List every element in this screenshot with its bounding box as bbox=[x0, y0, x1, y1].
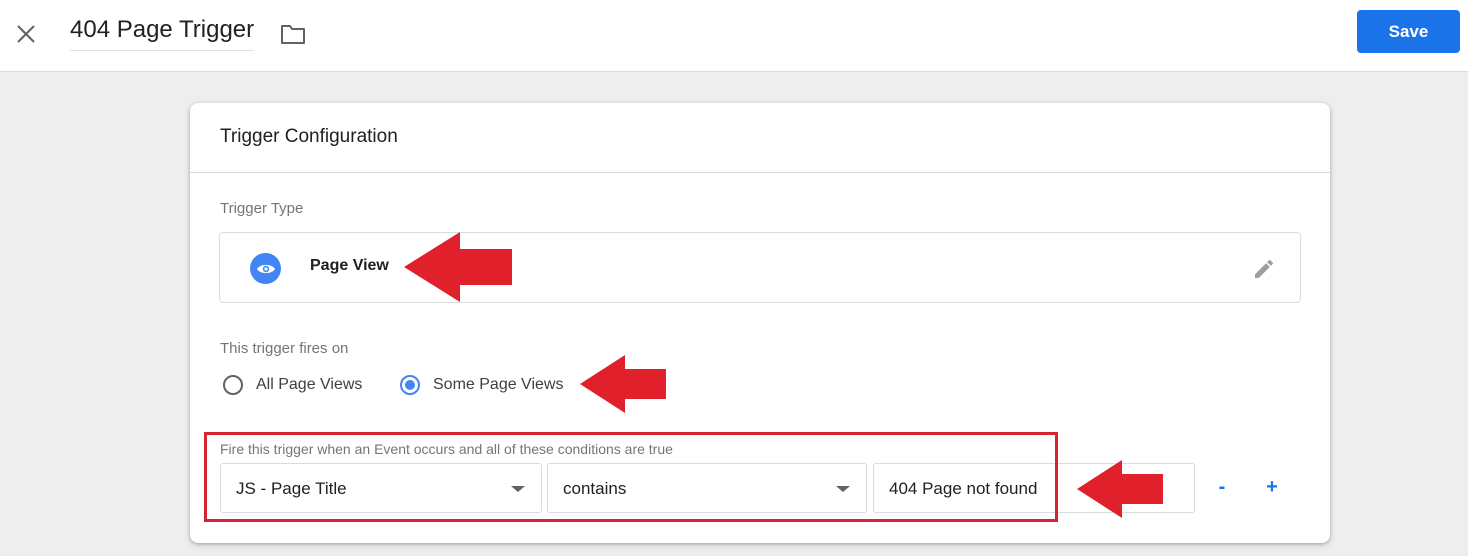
trigger-type-selector[interactable]: Page View bbox=[219, 232, 1301, 303]
annotation-arrow-icon bbox=[580, 355, 666, 413]
close-button[interactable] bbox=[12, 20, 40, 48]
folder-icon bbox=[281, 25, 305, 44]
annotation-arrow-icon bbox=[1077, 460, 1163, 518]
condition-label: Fire this trigger when an Event occurs a… bbox=[220, 441, 673, 457]
radio-label: Some Page Views bbox=[433, 376, 564, 393]
variable-select[interactable]: JS - Page Title bbox=[220, 463, 542, 513]
trigger-type-name: Page View bbox=[310, 257, 389, 274]
operator-value: contains bbox=[563, 479, 627, 498]
chevron-down-icon bbox=[836, 486, 850, 492]
pencil-icon[interactable] bbox=[1252, 257, 1276, 281]
top-bar: 404 Page Trigger Save bbox=[0, 0, 1468, 72]
variable-value: JS - Page Title bbox=[236, 479, 347, 498]
operator-select[interactable]: contains bbox=[547, 463, 867, 513]
radio-all-page-views[interactable]: All Page Views bbox=[223, 375, 362, 395]
radio-some-page-views[interactable]: Some Page Views bbox=[400, 375, 563, 395]
card-title: Trigger Configuration bbox=[220, 126, 398, 147]
condition-value: 404 Page not found bbox=[889, 479, 1038, 498]
trigger-name-input[interactable]: 404 Page Trigger bbox=[70, 16, 255, 51]
card-header: Trigger Configuration bbox=[190, 103, 1330, 173]
remove-condition-button[interactable]: - bbox=[1209, 474, 1235, 500]
add-condition-button[interactable]: + bbox=[1259, 474, 1285, 500]
eye-icon bbox=[250, 253, 281, 284]
radio-label: All Page Views bbox=[256, 376, 363, 393]
chevron-down-icon bbox=[511, 486, 525, 492]
radio-selected-icon bbox=[400, 375, 420, 395]
radio-unselected-icon bbox=[223, 375, 243, 395]
close-icon bbox=[17, 25, 35, 43]
save-button[interactable]: Save bbox=[1357, 10, 1460, 53]
fires-on-label: This trigger fires on bbox=[220, 340, 349, 357]
annotation-arrow-icon bbox=[404, 232, 512, 302]
trigger-type-label: Trigger Type bbox=[220, 200, 304, 217]
folder-button[interactable] bbox=[279, 20, 307, 48]
